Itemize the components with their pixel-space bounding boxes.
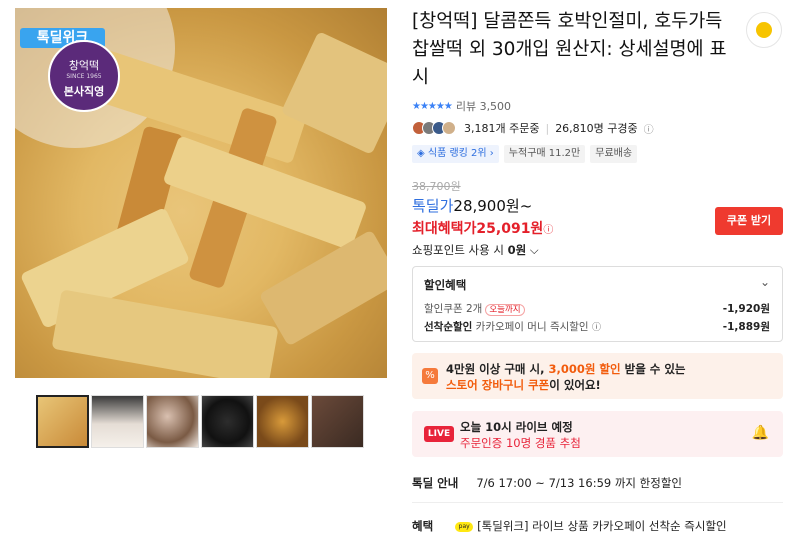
coupon-discount-row: 할인쿠폰 2개 오늘까지 <box>424 301 525 316</box>
deal-price: 톡딜가28,900원~ <box>412 197 533 215</box>
chevron-down-icon: ⌵ <box>529 243 539 257</box>
thumbnail-4[interactable] <box>201 395 254 448</box>
chevron-down-icon[interactable]: ⌄ <box>760 275 770 289</box>
thumbnail-3[interactable] <box>146 395 199 448</box>
viewer-count: 26,810명 구경중 <box>555 122 638 135</box>
info-icon[interactable]: ⓘ <box>644 121 654 136</box>
chip-row: ◈ 식품 랭킹 2위 › 누적구매 11.2만 무료배송 <box>412 145 638 163</box>
deal-info-row: 톡딜 안내 7/6 17:00 ~ 7/13 16:59 까지 한정할인 <box>412 476 682 490</box>
thumbnail-strip <box>36 395 364 448</box>
firstcome-discount-amount: -1,889원 <box>722 321 770 333</box>
firstcome-discount-row: 선착순할인 카카오페이 머니 즉시할인 ⓘ <box>424 321 601 333</box>
thumbnail-2[interactable] <box>91 395 144 448</box>
brand-seal: 창억떡 SINCE 1965 본사직영 <box>48 40 120 112</box>
product-title: [창억떡] 달콤쫀득 호박인절미, 호두가득 찹쌀떡 외 30개입 원산지: 상… <box>412 11 727 88</box>
max-benefit-price: 최대혜택가25,091원ⓘ <box>412 221 554 237</box>
coupon-button[interactable]: 쿠폰 받기 <box>715 207 783 235</box>
info-icon: ⓘ <box>591 323 601 333</box>
live-badge: LIVE <box>424 426 454 442</box>
bell-icon[interactable]: 🔔 <box>752 425 769 441</box>
kakaopay-icon: pay <box>455 521 474 532</box>
benefit-title: 할인혜택 <box>424 278 467 292</box>
order-count: 3,181개 주문중 <box>464 122 540 135</box>
info-icon: ⓘ <box>543 225 554 236</box>
original-price: 38,700원 <box>412 180 461 193</box>
shopping-point-toggle[interactable]: 쇼핑포인트 사용 시 0원 ⌵ <box>412 242 539 258</box>
free-shipping-chip: 무료배송 <box>590 145 638 163</box>
star-icon: ★★★★★ <box>412 100 453 112</box>
discount-benefit-box[interactable]: 할인혜택 ⌄ 할인쿠폰 2개 오늘까지 -1,920원 선착순할인 카카오페이 머… <box>412 266 783 342</box>
thumbnail-1[interactable] <box>36 395 89 448</box>
coupon-icon: % <box>422 368 438 384</box>
thumbnail-6[interactable] <box>311 395 364 448</box>
divider <box>412 502 783 503</box>
live-schedule-banner[interactable]: LIVE 오늘 10시 라이브 예정 주문인증 10명 경품 추첨 🔔 <box>412 411 783 457</box>
stats-row: 3,181개 주문중 | 26,810명 구경중 ⓘ <box>412 120 654 136</box>
rating-row[interactable]: ★★★★★ 리뷰 3,500 <box>412 98 511 114</box>
share-button[interactable] <box>746 12 782 48</box>
live-subtitle: 주문인증 10명 경품 추첨 <box>460 436 581 450</box>
thumbnail-5[interactable] <box>256 395 309 448</box>
coupon-discount-amount: -1,920원 <box>722 303 770 315</box>
review-count[interactable]: 리뷰 3,500 <box>456 98 511 114</box>
coin-icon <box>756 22 772 38</box>
buyer-avatars <box>412 121 456 135</box>
cumulative-chip: 누적구매 11.2만 <box>503 145 586 163</box>
live-title: 오늘 10시 라이브 예정 <box>460 420 573 434</box>
product-main-image[interactable]: 톡딜위크 창억떡 SINCE 1965 본사직영 <box>15 8 387 378</box>
ranking-chip[interactable]: ◈ 식품 랭킹 2위 › <box>412 145 499 163</box>
store-coupon-banner[interactable]: % 4만원 이상 구매 시, 3,000원 할인 받을 수 있는 스토어 장바구… <box>412 353 783 399</box>
benefit-info-row: 혜택 pay [톡딜위크] 라이브 상품 카카오페이 선착순 즉시할인 <box>412 519 727 533</box>
